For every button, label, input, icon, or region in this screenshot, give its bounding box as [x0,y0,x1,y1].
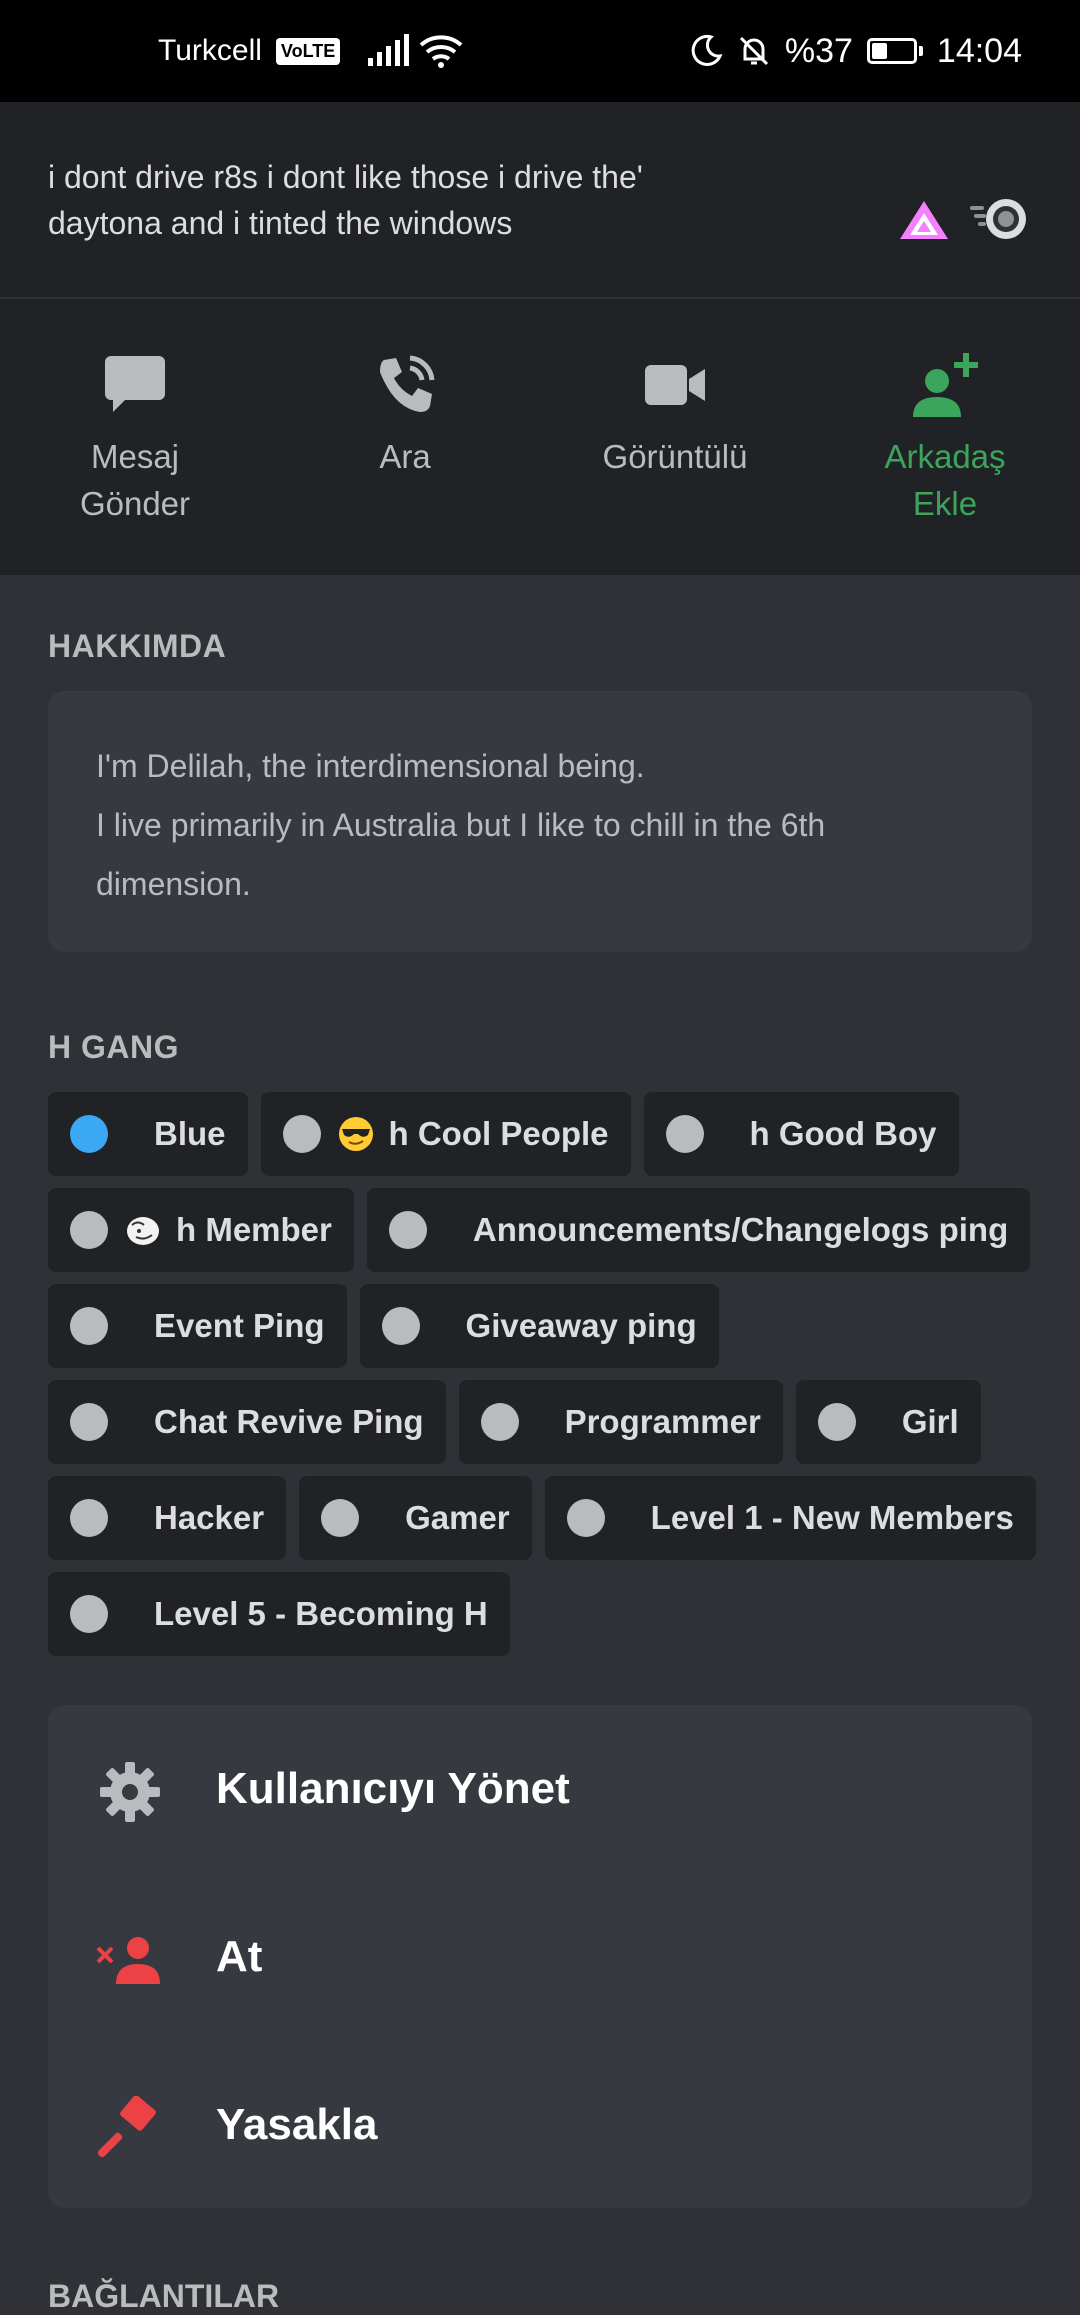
role-chip[interactable]: Gamer [299,1476,532,1560]
wifi-icon [419,35,463,68]
role-chip[interactable]: Announcements/Changelogs ping [366,1188,1031,1272]
roles-row: h Member Announcements/Changelogs ping [48,1188,1048,1272]
role-chip[interactable]: Giveaway ping [359,1284,719,1368]
role-color-dot [70,1595,108,1633]
ban-label: Yasakla [216,2100,378,2149]
role-label: h Member [176,1211,332,1248]
custom-status-section: i dont drive r8s i dont like those i dri… [0,102,1080,299]
role-color-dot [70,1403,108,1441]
roles-list: Blue h Cool People h Good Boy h Member A… [48,1092,1048,1668]
clock: 14:04 [936,31,1022,70]
role-label: Level 1 - New Members [650,1499,1014,1536]
role-chip[interactable]: Hacker [48,1476,287,1560]
role-label: Hacker [154,1499,265,1536]
role-chip[interactable]: h Member [48,1188,354,1272]
role-color-dot [817,1403,856,1441]
role-label: Event Ping [154,1307,325,1344]
status-bar: Turkcell VoLTE %37 14:04 [0,0,1080,102]
send-message-button[interactable]: Mesaj Gönder [20,349,250,527]
role-chip[interactable]: Chat Revive Ping [48,1380,446,1464]
role-label: Giveaway ping [465,1307,697,1344]
ban-button[interactable]: Yasakla [48,2076,1032,2176]
role-label: Chat Revive Ping [154,1403,424,1440]
role-label: Gamer [405,1499,510,1536]
signal-icon [368,34,410,66]
manage-user-button[interactable]: Kullanıcıyı Yönet [48,1740,1032,1840]
role-label: h Good Boy [749,1115,937,1152]
roles-row: Level 5 - Becoming H [48,1572,1048,1656]
about-card: I'm Delilah, the interdimensional being.… [48,691,1032,952]
role-label: h Cool People [388,1115,609,1152]
roles-row: Chat Revive Ping Programmer Girl [48,1380,1048,1464]
volte-badge: VoLTE [275,37,341,65]
nitro-badge-icon[interactable] [968,196,1032,242]
role-color-dot [480,1403,519,1441]
kick-user-icon [96,1926,164,1994]
status-right: %37 14:04 [689,0,1022,102]
role-label: Programmer [564,1403,761,1440]
role-color-dot [665,1115,704,1153]
role-color-dot [566,1499,605,1537]
role-color-dot [388,1211,427,1249]
role-color-dot [70,1307,108,1345]
role-chip[interactable]: Level 1 - New Members [544,1476,1036,1560]
about-heading: HAKKIMDA [48,628,227,664]
role-chip[interactable]: Blue [48,1092,248,1176]
kick-label: At [216,1932,263,1981]
role-chip[interactable]: Event Ping [48,1284,347,1368]
role-color-dot [282,1115,321,1153]
role-label: Girl [901,1403,959,1440]
chat-bubble-icon [105,356,165,412]
role-chip[interactable]: Programmer [458,1380,783,1464]
phone-call-icon [380,355,435,412]
add-friend-icon [913,353,978,417]
moon-icon [691,34,723,66]
mute-bell-icon [739,36,768,66]
manage-user-label: Kullanıcıyı Yönet [216,1764,570,1813]
custom-status-text: i dont drive r8s i dont like those i dri… [48,159,643,241]
role-color-dot [70,1115,108,1153]
kick-button[interactable]: At [48,1908,1032,2008]
gear-icon [96,1758,164,1826]
battery-percent: %37 [784,31,853,70]
sunglasses-emoji-icon [338,1117,373,1151]
video-call-button[interactable]: Görüntülü [560,349,790,480]
connections-heading: BAĞLANTILAR [48,2278,280,2314]
role-chip[interactable]: Girl [795,1380,981,1464]
video-camera-icon [645,365,705,405]
role-label: Level 5 - Becoming H [154,1595,488,1632]
role-label: Announcements/Changelogs ping [472,1211,1009,1248]
role-color-dot [70,1211,108,1249]
role-chip[interactable]: h Cool People [260,1092,631,1176]
profile-action-bar: Mesaj Gönder Ara Görüntülü Arkadaş Ekle [0,299,1080,575]
ghost-face-emoji-icon [127,1217,159,1245]
role-chip[interactable]: h Good Boy [643,1092,959,1176]
role-label: Blue [154,1115,226,1152]
call-label: Ara [379,438,431,475]
role-color-dot [321,1499,360,1537]
add-friend-label: Arkadaş Ekle [884,438,1006,522]
roles-row: Event Ping Giveaway ping [48,1284,1048,1368]
hypesquad-badge-icon[interactable] [898,199,950,241]
video-call-label: Görüntülü [602,438,748,475]
role-chip[interactable]: Level 5 - Becoming H [48,1572,510,1656]
roles-row: Blue h Cool People h Good Boy [48,1092,1048,1176]
send-message-label: Mesaj Gönder [79,438,191,522]
roles-row: Hacker Gamer Level 1 - New Members [48,1476,1048,1560]
status-left: Turkcell VoLTE [158,0,463,102]
call-button[interactable]: Ara [290,349,520,480]
roles-heading: H GANG [48,1029,179,1065]
about-line-1: I'm Delilah, the interdimensional being. [96,748,645,784]
about-line-2: I live primarily in Australia but I like… [96,807,835,902]
carrier-name: Turkcell [158,34,262,67]
role-color-dot [381,1307,420,1345]
add-friend-button[interactable]: Arkadaş Ekle [830,349,1060,527]
ban-hammer-icon [96,2094,164,2162]
moderation-card: Kullanıcıyı Yönet At Yasakla [48,1705,1032,2208]
role-color-dot [70,1499,108,1537]
battery-icon [866,38,923,64]
